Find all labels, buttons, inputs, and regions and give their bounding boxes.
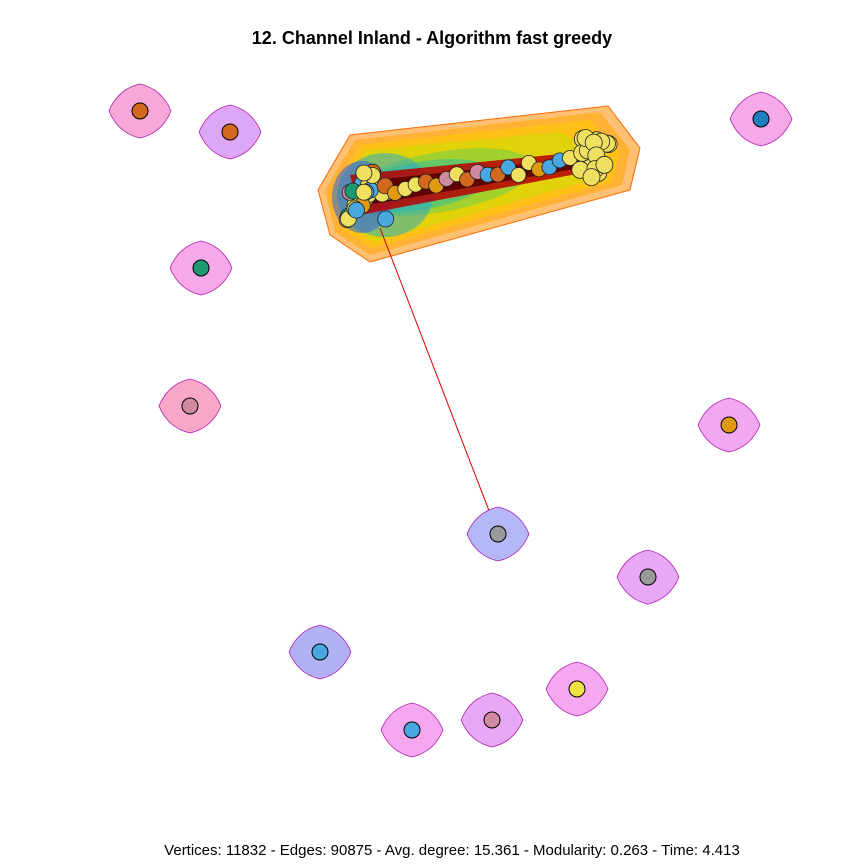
- graph-node: [347, 201, 365, 219]
- graph-node: [595, 155, 614, 174]
- graph-node: [752, 110, 770, 128]
- graph-node: [181, 397, 199, 415]
- graph-node: [311, 643, 329, 661]
- network-graph: [108, 83, 793, 758]
- graph-node: [582, 168, 601, 187]
- graph-node: [355, 164, 373, 182]
- graph-node: [403, 721, 421, 739]
- graph-node: [221, 123, 239, 141]
- graph-node: [131, 102, 149, 120]
- isolated-cluster-c5: [158, 378, 222, 434]
- isolated-cluster-c1: [108, 83, 172, 139]
- isolated-cluster-c9: [288, 624, 352, 680]
- graph-node: [489, 525, 507, 543]
- graph-node: [483, 711, 501, 729]
- graph-node: [510, 167, 527, 183]
- isolated-cluster-c8: [616, 549, 680, 605]
- graph-node: [192, 259, 210, 277]
- isolated-cluster-c3: [729, 91, 793, 147]
- isolated-cluster-c2: [198, 104, 262, 160]
- long-edge: [379, 227, 499, 535]
- isolated-cluster-c10: [545, 661, 609, 717]
- graph-node: [568, 680, 586, 698]
- graph-node: [377, 210, 395, 228]
- isolated-cluster-c6: [697, 397, 761, 453]
- graph-node: [355, 183, 373, 201]
- graph-node: [720, 416, 738, 434]
- isolated-cluster-c11: [380, 702, 444, 758]
- graph-stats: Vertices: 11832 - Edges: 90875 - Avg. de…: [164, 842, 740, 859]
- graph-node: [639, 568, 657, 586]
- isolated-cluster-c7: [466, 506, 530, 562]
- isolated-cluster-c12: [460, 692, 524, 748]
- isolated-cluster-c4: [169, 240, 233, 296]
